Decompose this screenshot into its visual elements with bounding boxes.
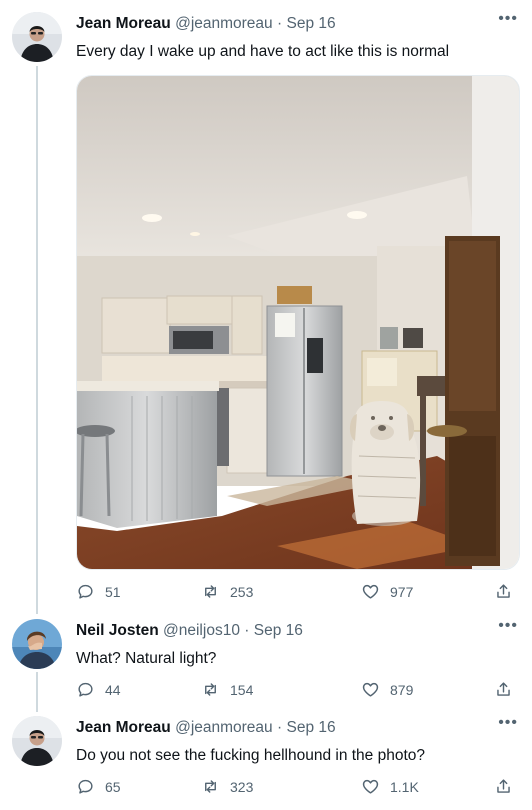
retweet-icon xyxy=(205,585,216,598)
user-handle[interactable]: @jeanmoreau xyxy=(175,15,273,32)
avatar-neil-josten[interactable] xyxy=(12,619,62,669)
like-button[interactable]: 1.1K xyxy=(361,777,419,796)
retweet-count: 253 xyxy=(230,583,254,600)
avatar-jean-moreau[interactable] xyxy=(12,12,62,62)
thread-line xyxy=(36,672,38,712)
like-count: 977 xyxy=(390,583,414,600)
retweet-count: 323 xyxy=(230,778,254,795)
reply-icon xyxy=(78,779,93,794)
tweet-date[interactable]: Sep 16 xyxy=(286,15,335,32)
display-name[interactable]: Jean Moreau xyxy=(76,15,171,32)
share-button[interactable] xyxy=(494,777,513,796)
tweet-text: Every day I wake up and have to act like… xyxy=(76,43,450,60)
share-icon xyxy=(497,682,510,696)
user-handle[interactable]: @neiljos10 xyxy=(163,622,240,639)
separator-dot: · xyxy=(244,622,250,639)
tweet-actions: 51 253 977 xyxy=(76,582,522,604)
retweet-icon xyxy=(205,683,216,696)
display-name[interactable]: Jean Moreau xyxy=(76,719,171,736)
retweet-icon xyxy=(205,780,216,793)
share-button[interactable] xyxy=(494,680,513,699)
display-name[interactable]: Neil Josten xyxy=(76,622,159,639)
like-button[interactable]: 879 xyxy=(361,680,413,699)
separator-dot: · xyxy=(277,719,283,736)
heart-icon xyxy=(362,682,379,697)
like-count: 1.1K xyxy=(390,778,419,795)
heart-icon xyxy=(362,779,379,794)
reply-icon xyxy=(78,584,93,599)
avatar-jean-moreau[interactable] xyxy=(12,716,62,766)
retweet-button[interactable]: 154 xyxy=(201,680,253,699)
reply-button[interactable]: 65 xyxy=(76,777,121,796)
tweet-header: Jean Moreau @jeanmoreau · Sep 16 xyxy=(76,719,336,737)
more-icon[interactable]: ••• xyxy=(498,618,518,634)
tweet-photo[interactable] xyxy=(76,75,520,570)
like-button[interactable]: 977 xyxy=(361,582,413,601)
tweet-header: Neil Josten @neiljos10 · Sep 16 xyxy=(76,622,303,640)
heart-icon xyxy=(362,584,379,599)
tweet-header: Jean Moreau @jeanmoreau · Sep 16 xyxy=(76,15,336,33)
tweet-actions: 65 323 1.1K xyxy=(76,777,522,799)
reply-count: 51 xyxy=(105,583,121,600)
reply-button[interactable]: 44 xyxy=(76,680,121,699)
tweet-text: Do you not see the fucking hellhound in … xyxy=(76,747,426,764)
separator-dot: · xyxy=(277,15,283,32)
reply-count: 44 xyxy=(105,681,121,698)
reply-icon xyxy=(78,682,93,697)
thread-line xyxy=(36,66,38,614)
more-icon[interactable]: ••• xyxy=(498,715,518,731)
share-button[interactable] xyxy=(494,582,513,601)
reply-count: 65 xyxy=(105,778,121,795)
share-icon xyxy=(497,584,510,598)
tweet-text: What? Natural light? xyxy=(76,650,217,667)
user-handle[interactable]: @jeanmoreau xyxy=(175,719,273,736)
tweet-date[interactable]: Sep 16 xyxy=(286,719,335,736)
retweet-button[interactable]: 323 xyxy=(201,777,253,796)
more-icon[interactable]: ••• xyxy=(498,11,518,27)
tweet-actions: 44 154 879 xyxy=(76,680,522,702)
retweet-button[interactable]: 253 xyxy=(201,582,253,601)
tweet-date[interactable]: Sep 16 xyxy=(254,622,303,639)
retweet-count: 154 xyxy=(230,681,254,698)
dog-statue xyxy=(349,401,421,526)
kitchen-photo-illustration xyxy=(77,76,519,569)
like-count: 879 xyxy=(390,681,414,698)
share-icon xyxy=(497,779,510,793)
reply-button[interactable]: 51 xyxy=(76,582,121,601)
